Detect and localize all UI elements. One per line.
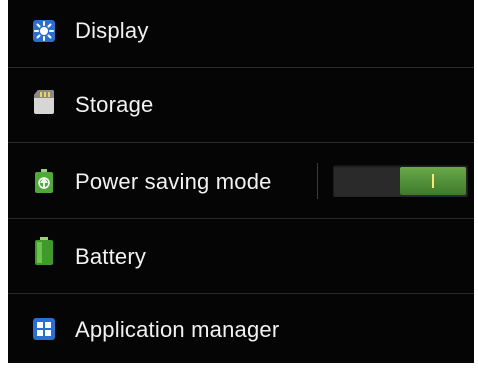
display-brightness-icon — [33, 20, 55, 42]
settings-item-label: Power saving mode — [75, 169, 272, 194]
power-saving-toggle[interactable] — [333, 165, 468, 197]
settings-item-label: Display — [75, 18, 149, 43]
power-saving-recycle-icon — [33, 169, 55, 193]
settings-item-label: Battery — [75, 244, 147, 269]
settings-item-label: Storage — [75, 92, 154, 117]
settings-item-application-manager[interactable]: Application manager — [8, 294, 474, 363]
battery-icon — [33, 237, 55, 265]
settings-item-display[interactable]: Display — [8, 0, 474, 62]
toggle-separator — [317, 163, 318, 199]
settings-item-battery[interactable]: Battery — [8, 219, 474, 291]
settings-item-label: Application manager — [75, 317, 280, 342]
settings-item-power-saving[interactable]: Power saving mode — [8, 143, 474, 218]
sd-card-icon — [33, 90, 55, 114]
settings-item-storage[interactable]: Storage — [8, 68, 474, 140]
application-manager-grid-icon — [33, 318, 55, 340]
toggle-on-indicator-icon — [432, 174, 434, 188]
settings-screen: Display Storage Power saving mode Batter… — [8, 0, 474, 363]
toggle-on-knob — [400, 167, 466, 195]
